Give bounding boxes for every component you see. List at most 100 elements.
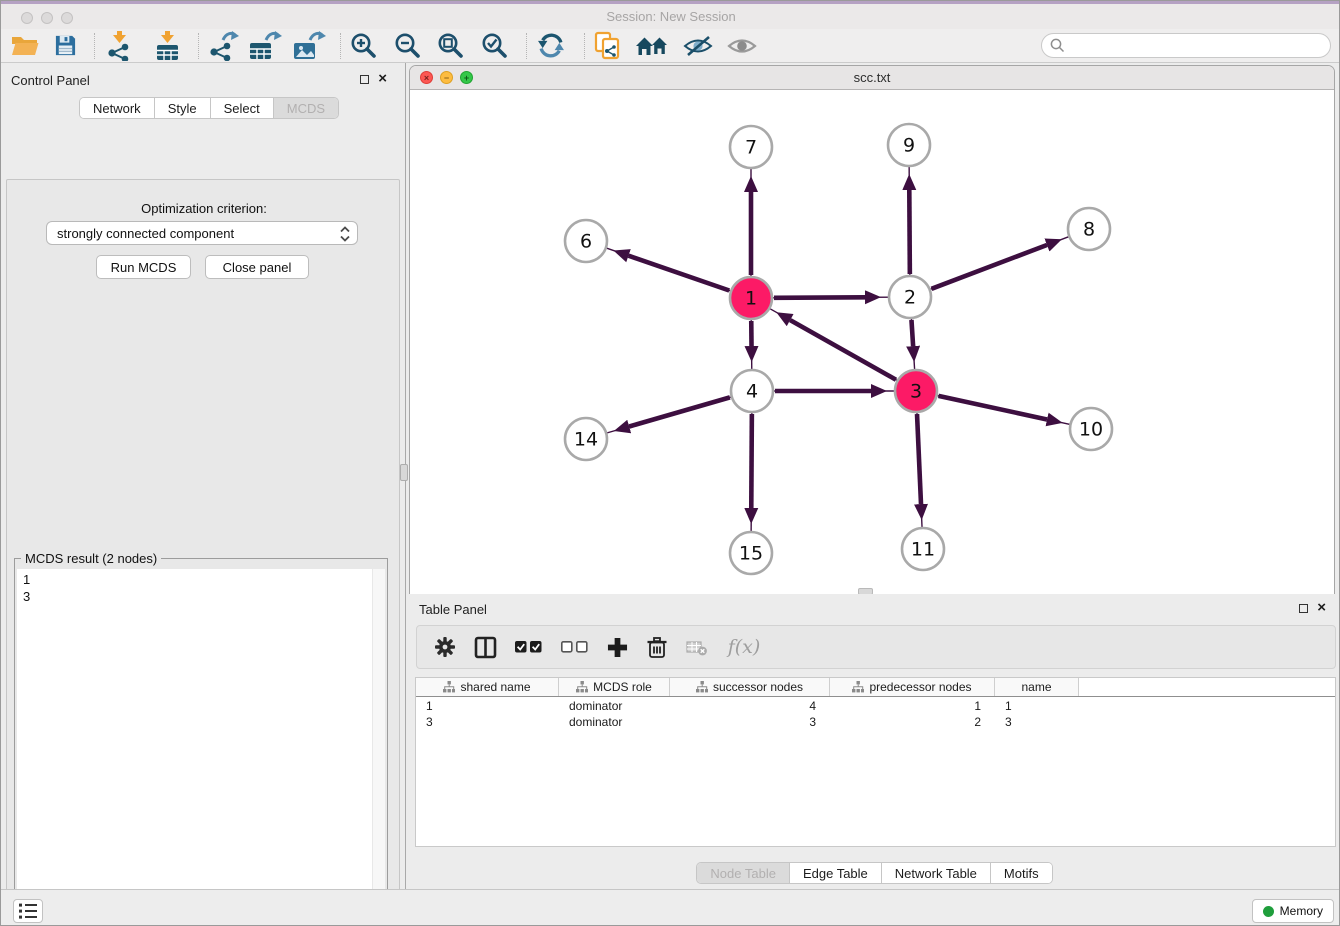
graph-node-11[interactable]: 11 xyxy=(902,528,944,570)
zoom-fit-button[interactable] xyxy=(433,29,469,62)
window-titlebar[interactable]: Session: New Session xyxy=(1,4,1340,29)
table-cell[interactable]: 1 xyxy=(830,698,995,714)
table-cell[interactable]: 1 xyxy=(995,698,1079,714)
apply-function-button[interactable]: f(x) xyxy=(719,629,769,665)
edge-1-6[interactable] xyxy=(607,248,730,291)
graph-node-14[interactable]: 14 xyxy=(565,418,607,460)
zoom-selected-button[interactable] xyxy=(477,29,513,62)
table-cell[interactable]: dominator xyxy=(559,714,670,730)
column-header-predecessor-nodes[interactable]: predecessor nodes xyxy=(830,678,995,696)
table-cell[interactable]: 2 xyxy=(830,714,995,730)
node-label: 4 xyxy=(746,381,758,403)
show-graphics-button[interactable] xyxy=(722,29,762,62)
table-cell[interactable]: 1 xyxy=(416,698,559,714)
edge-2-3[interactable] xyxy=(911,319,914,369)
column-view-button[interactable] xyxy=(467,629,503,665)
import-table-button[interactable] xyxy=(149,29,185,62)
edge-3-10[interactable] xyxy=(937,396,1069,425)
edge-3-1[interactable] xyxy=(770,309,897,380)
column-header-MCDS-role[interactable]: MCDS role xyxy=(559,678,670,696)
edge-2-9[interactable] xyxy=(909,167,910,275)
search-field[interactable] xyxy=(1041,33,1331,58)
tab-motifs[interactable]: Motifs xyxy=(991,863,1052,883)
table-cell[interactable]: 3 xyxy=(670,714,830,730)
zoom-out-button[interactable] xyxy=(390,29,426,62)
memory-button[interactable]: Memory xyxy=(1252,899,1334,923)
graph-node-7[interactable]: 7 xyxy=(730,126,772,168)
hide-graphics-button[interactable] xyxy=(678,29,718,62)
column-header-successor-nodes[interactable]: successor nodes xyxy=(670,678,830,696)
float-panel-icon[interactable] xyxy=(360,75,369,84)
table-cell[interactable]: 4 xyxy=(670,698,830,714)
zoom-selected-icon xyxy=(481,32,509,60)
select-all-rows-button[interactable] xyxy=(507,629,549,665)
tab-node-table[interactable]: Node Table xyxy=(697,863,790,883)
open-folder-icon xyxy=(11,34,39,57)
save-session-button[interactable] xyxy=(47,29,83,62)
import-network-button[interactable] xyxy=(101,29,137,62)
column-header-shared-name[interactable]: shared name xyxy=(416,678,559,696)
network-canvas[interactable]: 7 9 6 8 1 2 4 3 14 10 15 11 xyxy=(410,90,1334,594)
search-input[interactable] xyxy=(1041,33,1331,58)
task-history-button[interactable] xyxy=(13,899,43,923)
edge-4-14[interactable] xyxy=(607,397,731,433)
edge-4-15[interactable] xyxy=(751,413,752,531)
table-row[interactable]: 1dominator411 xyxy=(416,698,1335,714)
show-all-networks-button[interactable] xyxy=(631,29,671,62)
delete-row-button[interactable] xyxy=(639,629,675,665)
graph-node-15[interactable]: 15 xyxy=(730,532,772,574)
column-settings-button[interactable] xyxy=(427,629,463,665)
edge-1-4[interactable] xyxy=(751,320,752,369)
export-image-button[interactable] xyxy=(291,29,327,62)
delete-column-button[interactable] xyxy=(679,629,715,665)
criterion-select[interactable]: strongly connected component xyxy=(46,221,358,245)
hierarchy-icon xyxy=(443,681,455,693)
graph-node-2[interactable]: 2 xyxy=(889,276,931,318)
tab-select[interactable]: Select xyxy=(211,98,274,118)
float-table-panel-icon[interactable] xyxy=(1299,604,1308,613)
graph-node-1[interactable]: 1 xyxy=(730,277,772,319)
edge-3-11[interactable] xyxy=(917,413,922,527)
window-zoom-button[interactable] xyxy=(61,12,73,24)
graph-node-6[interactable]: 6 xyxy=(565,220,607,262)
network-close-button[interactable]: × xyxy=(420,71,433,84)
run-mcds-button[interactable]: Run MCDS xyxy=(96,255,191,279)
clone-network-button[interactable] xyxy=(589,29,625,62)
edge-2-8[interactable] xyxy=(931,237,1069,289)
close-table-panel-icon[interactable]: × xyxy=(1317,602,1326,614)
table-row[interactable]: 3dominator323 xyxy=(416,714,1335,730)
network-zoom-button[interactable]: + xyxy=(460,71,473,84)
tab-network-table[interactable]: Network Table xyxy=(882,863,991,883)
graph-node-10[interactable]: 10 xyxy=(1070,408,1112,450)
graph-node-4[interactable]: 4 xyxy=(731,370,773,412)
zoom-in-button[interactable] xyxy=(346,29,382,62)
graph-node-8[interactable]: 8 xyxy=(1068,208,1110,250)
export-network-button[interactable] xyxy=(205,29,241,62)
result-scrollbar[interactable] xyxy=(372,569,385,926)
tab-network[interactable]: Network xyxy=(80,98,155,118)
graph-node-3[interactable]: 3 xyxy=(895,370,937,412)
window-minimize-button[interactable] xyxy=(41,12,53,24)
export-table-button[interactable] xyxy=(247,29,283,62)
mcds-result-area[interactable]: 1 3 xyxy=(17,569,385,926)
edge-1-2[interactable] xyxy=(773,297,888,298)
tab-mcds[interactable]: MCDS xyxy=(274,98,338,118)
apply-layout-button[interactable] xyxy=(533,29,569,62)
tab-style[interactable]: Style xyxy=(155,98,211,118)
open-session-button[interactable] xyxy=(7,29,43,62)
panel-divider-handle[interactable] xyxy=(400,464,408,481)
network-window-titlebar[interactable]: × − + scc.txt xyxy=(410,66,1334,90)
close-panel-button[interactable]: Close panel xyxy=(205,255,309,279)
hierarchy-icon xyxy=(696,681,708,693)
network-minimize-button[interactable]: − xyxy=(440,71,453,84)
window-close-button[interactable] xyxy=(21,12,33,24)
graph-node-9[interactable]: 9 xyxy=(888,124,930,166)
tab-edge-table[interactable]: Edge Table xyxy=(790,863,882,883)
deselect-all-rows-button[interactable] xyxy=(553,629,595,665)
table-cell[interactable]: dominator xyxy=(559,698,670,714)
table-cell[interactable]: 3 xyxy=(416,714,559,730)
close-panel-icon[interactable]: × xyxy=(378,73,387,85)
table-cell[interactable]: 3 xyxy=(995,714,1079,730)
column-header-name[interactable]: name xyxy=(995,678,1079,696)
add-row-button[interactable] xyxy=(599,629,635,665)
